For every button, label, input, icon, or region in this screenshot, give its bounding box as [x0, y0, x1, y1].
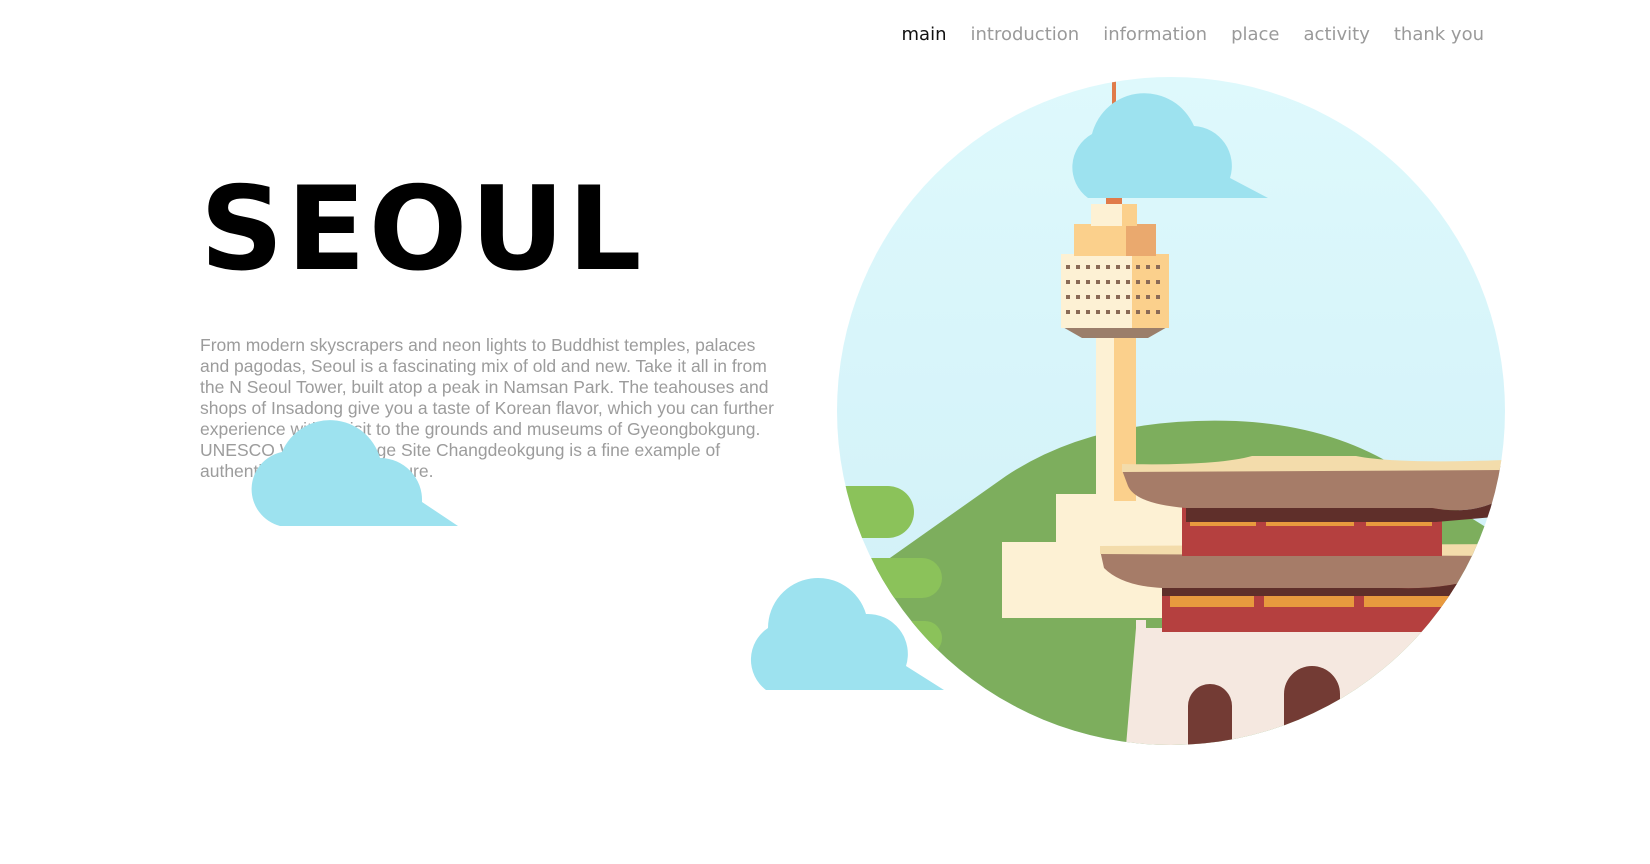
cloud-icon	[1072, 93, 1268, 198]
nav-main[interactable]: main	[902, 24, 947, 45]
nav-information[interactable]: information	[1103, 24, 1207, 45]
nav-thank-you[interactable]: thank you	[1394, 24, 1484, 45]
nav-place[interactable]: place	[1231, 24, 1279, 45]
page-title: SEOUL	[200, 162, 645, 297]
page: main introduction information place acti…	[0, 0, 1650, 864]
top-nav: main introduction information place acti…	[902, 24, 1485, 45]
nav-introduction[interactable]: introduction	[970, 24, 1079, 45]
cloud-icon	[251, 420, 458, 526]
nav-activity[interactable]: activity	[1304, 24, 1370, 45]
